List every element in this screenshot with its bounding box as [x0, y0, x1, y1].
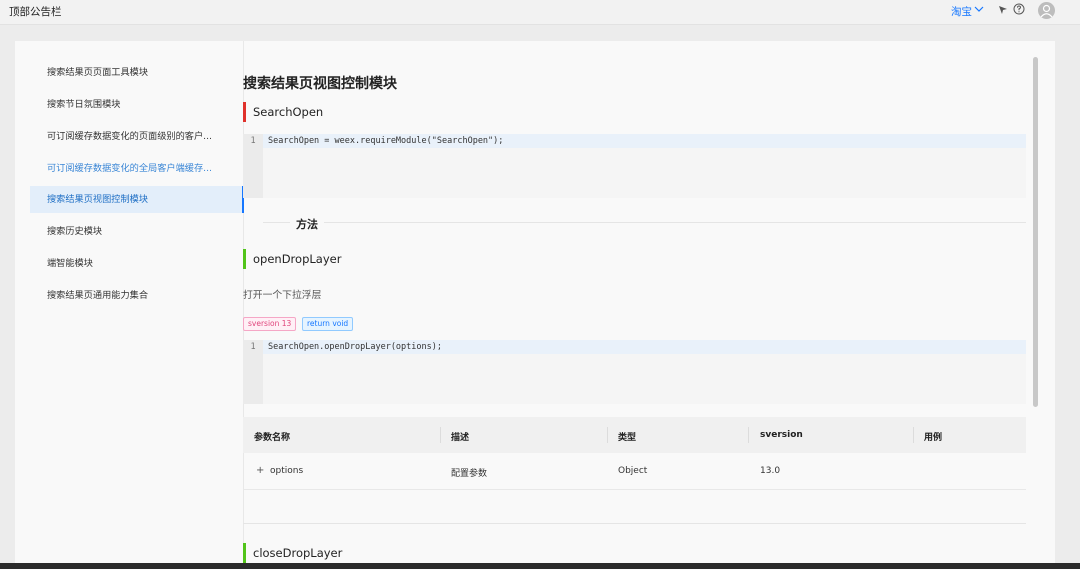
param-type-cell: Object: [618, 466, 648, 476]
table-header: 参数名称 描述 类型 sversion 用例: [243, 417, 1026, 453]
sidebar-item-global-cache[interactable]: 可订阅缓存数据变化的全局客户端缓存...: [30, 155, 244, 182]
top-announcement-bar: 顶部公告栏 淘宝: [0, 0, 1080, 25]
header-type: 类型: [618, 433, 637, 443]
line-gutter: 1: [243, 340, 263, 404]
brand-switcher[interactable]: 淘宝: [951, 4, 972, 19]
code-text: SearchOpen.openDropLayer(options);: [268, 342, 442, 352]
method-name-heading: openDropLayer: [243, 249, 341, 269]
column-separator: [440, 427, 441, 443]
param-name-cell: options: [270, 466, 304, 476]
main-card: 搜索结果页页面工具模块 搜索节日氛围模块 可订阅缓存数据变化的页面级别的客户..…: [15, 41, 1055, 563]
code-text: SearchOpen = weex.requireModule("SearchO…: [268, 136, 504, 146]
announcement-title: 顶部公告栏: [9, 6, 62, 18]
flag-icon[interactable]: [998, 5, 1008, 15]
sversion-tag: sversion 13: [243, 317, 297, 331]
param-desc-cell: 配置参数: [451, 469, 488, 479]
methods-heading: 方法: [290, 216, 324, 232]
sidebar-item-search-history[interactable]: 搜索历史模块: [30, 218, 244, 245]
methods-divider: [263, 222, 1026, 223]
sidebar-item-common-capabilities[interactable]: 搜索结果页通用能力集合: [30, 282, 244, 309]
expand-row-button[interactable]: +: [256, 465, 264, 476]
column-separator: [607, 427, 608, 443]
header-param-name: 参数名称: [254, 433, 291, 443]
section-divider: [243, 523, 1026, 524]
app-window: 顶部公告栏 淘宝 搜索结果页页面工具模块 搜索节日氛围模块 可订阅缓存数据变化的…: [0, 0, 1080, 563]
header-sversion: sversion: [760, 430, 803, 440]
sidebar-item-page-cache[interactable]: 可订阅缓存数据变化的页面级别的客户...: [30, 123, 244, 150]
next-method-heading: closeDropLayer: [243, 543, 342, 563]
sidebar-item-edge-intelligence[interactable]: 端智能模块: [30, 250, 244, 277]
line-number: 1: [250, 136, 256, 146]
help-icon[interactable]: [1013, 3, 1025, 15]
user-icon: [1040, 4, 1053, 18]
sidebar-item-view-control[interactable]: 搜索结果页视图控制模块: [30, 186, 244, 213]
module-sidebar: 搜索结果页页面工具模块 搜索节日氛围模块 可订阅缓存数据变化的页面级别的客户..…: [30, 41, 244, 563]
page-title: 搜索结果页视图控制模块: [243, 76, 397, 92]
column-separator: [748, 427, 749, 443]
sidebar-item-page-tools[interactable]: 搜索结果页页面工具模块: [30, 59, 244, 86]
param-sversion-cell: 13.0: [760, 466, 781, 476]
header-example: 用例: [924, 433, 943, 443]
chevron-down-icon[interactable]: [973, 3, 985, 15]
return-type-tag: return void: [302, 317, 354, 331]
module-name-heading: SearchOpen: [243, 102, 323, 122]
column-separator: [913, 427, 914, 443]
line-gutter: 1: [243, 134, 263, 198]
doc-content: 搜索结果页视图控制模块 SearchOpen 1 SearchOpen = we…: [243, 41, 1038, 563]
method-description: 打开一个下拉浮层: [243, 290, 322, 301]
sidebar-item-festival-atmosphere[interactable]: 搜索节日氛围模块: [30, 91, 244, 118]
user-avatar[interactable]: [1038, 2, 1055, 19]
module-code-block[interactable]: 1 SearchOpen = weex.requireModule("Searc…: [243, 134, 1026, 198]
content-scrollbar[interactable]: [1033, 57, 1038, 407]
header-description: 描述: [451, 433, 470, 443]
table-row: + options 配置参数 Object 13.0: [243, 453, 1026, 490]
method-code-block[interactable]: 1 SearchOpen.openDropLayer(options);: [243, 340, 1026, 404]
line-number: 1: [250, 342, 256, 352]
